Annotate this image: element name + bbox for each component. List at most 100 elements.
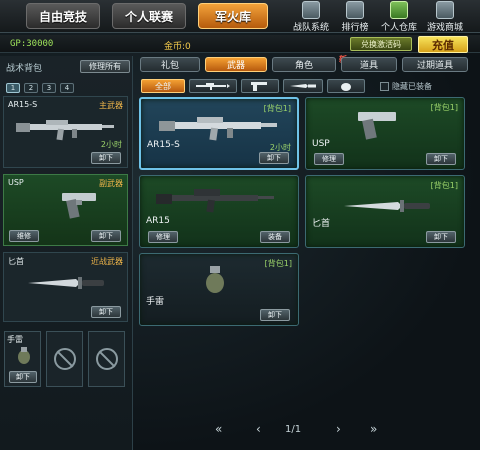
tab-personal-league[interactable]: 个人联赛: [112, 3, 186, 29]
tab-items[interactable]: 道具: [341, 57, 397, 72]
team-icon: [302, 1, 320, 19]
slot-item-name: 手雷: [7, 335, 23, 344]
prev-page-button[interactable]: ‹: [256, 422, 261, 436]
grenade-icon: [206, 266, 224, 293]
slot-item-name: AR15-S: [8, 100, 38, 109]
no-entry-icon: [96, 348, 118, 370]
last-page-button[interactable]: »: [370, 422, 377, 436]
knife-filter-icon: [290, 84, 316, 88]
item-name: AR15-S: [147, 140, 180, 150]
knife-icon: [344, 200, 430, 212]
rifle-icon: [159, 117, 277, 141]
subtab-all[interactable]: 全部: [141, 79, 185, 93]
coin-amount: 金币:0: [164, 42, 191, 52]
shop-icon: [436, 1, 454, 19]
backpack-page-3[interactable]: 3: [42, 83, 56, 93]
item-location-tag: [背包1]: [430, 103, 458, 112]
item-card[interactable]: [背包1] 匕首 卸下: [305, 175, 465, 248]
tab-gift-pack[interactable]: 礼包: [140, 57, 200, 72]
tab-expired-items[interactable]: 过期道具: [402, 57, 468, 72]
subtab-pistol[interactable]: [241, 79, 279, 93]
personal-warehouse-button[interactable]: 个人仓库: [378, 0, 420, 33]
tab-free-battle[interactable]: 自由竞技: [26, 3, 100, 29]
grenade-icon: [18, 347, 30, 364]
item-name: USP: [312, 139, 330, 149]
unequip-button[interactable]: 卸下: [9, 371, 37, 383]
ranking-label: 排行榜: [341, 23, 369, 33]
backpack-page-2[interactable]: 2: [24, 83, 38, 93]
knife-icon: [28, 277, 104, 289]
unequip-button[interactable]: 卸下: [426, 231, 456, 243]
tab-arsenal[interactable]: 军火库: [198, 3, 268, 29]
tab-characters[interactable]: 角色: [272, 57, 336, 72]
subtab-melee[interactable]: [283, 79, 323, 93]
gp-amount: GP:30000: [10, 39, 54, 49]
repair-button[interactable]: 维修: [9, 230, 39, 242]
pistol-filter-icon: [251, 82, 267, 91]
rifle-filter-icon: [196, 83, 230, 90]
slot-category: 近战武器: [91, 257, 123, 266]
melee-weapon-slot[interactable]: 匕首 近战武器 卸下: [3, 252, 128, 322]
slot-item-name: USP: [8, 178, 24, 187]
tactical-backpack-panel: 战术背包 修理所有 1 2 3 4 AR15-S 主武器 2小时 卸下 USP …: [0, 56, 133, 450]
repair-button[interactable]: 修理: [148, 231, 178, 243]
backpack-pages: 1 2 3 4: [6, 83, 74, 93]
unequip-button[interactable]: 卸下: [91, 306, 121, 318]
unequip-button[interactable]: 卸下: [260, 309, 290, 321]
repair-button[interactable]: 修理: [314, 153, 344, 165]
backpack-title: 战术背包: [6, 64, 43, 74]
subtab-grenade[interactable]: [327, 79, 365, 93]
hide-equipped-toggle[interactable]: 隐藏已装备: [380, 81, 432, 92]
item-card[interactable]: [背包1] AR15-S 2小时 卸下: [139, 97, 299, 170]
item-name: 手雷: [146, 297, 165, 307]
item-name: AR15: [146, 216, 170, 226]
grenade-filter-icon: [341, 83, 351, 91]
unequip-button[interactable]: 卸下: [259, 152, 289, 164]
subtab-rifle[interactable]: [189, 79, 237, 93]
item-location-tag: [背包1]: [264, 259, 292, 268]
unequip-button[interactable]: 卸下: [91, 152, 121, 164]
unequip-button[interactable]: 卸下: [91, 230, 121, 242]
slot-time-remaining: 2小时: [100, 140, 122, 149]
next-page-button[interactable]: ›: [336, 422, 341, 436]
empty-slot: [88, 331, 125, 387]
item-location-tag: [背包1]: [430, 181, 458, 190]
pistol-icon: [62, 193, 96, 219]
no-entry-icon: [54, 348, 76, 370]
backpack-page-4[interactable]: 4: [60, 83, 74, 93]
team-system-button[interactable]: 战队系统: [290, 0, 332, 33]
shop-button[interactable]: 游戏商城: [424, 0, 466, 33]
hide-equipped-label: 隐藏已装备: [392, 82, 432, 91]
unequip-button[interactable]: 卸下: [426, 153, 456, 165]
slot-category: 主武器: [99, 101, 123, 110]
rifle-icon: [156, 189, 274, 213]
backpack-page-1[interactable]: 1: [6, 83, 20, 93]
shop-label: 游戏商城: [426, 23, 463, 33]
repair-all-button[interactable]: 修理所有: [80, 60, 130, 73]
personal-warehouse-label: 个人仓库: [380, 23, 417, 33]
item-name: 匕首: [312, 219, 331, 229]
warehouse-icon: [390, 1, 408, 19]
ranking-icon: [346, 1, 364, 19]
first-page-button[interactable]: «: [215, 422, 222, 436]
team-system-label: 战队系统: [292, 23, 329, 33]
item-card[interactable]: [背包1] 手雷 卸下: [139, 253, 299, 326]
ranking-button[interactable]: 排行榜: [334, 0, 376, 33]
page-indicator: 1/1: [285, 424, 302, 435]
grenade-slot[interactable]: 手雷 卸下: [4, 331, 41, 387]
equip-button[interactable]: 装备: [260, 231, 290, 243]
primary-weapon-slot[interactable]: AR15-S 主武器 2小时 卸下: [3, 96, 128, 168]
pistol-icon: [358, 112, 396, 140]
recharge-button[interactable]: 充值: [418, 36, 468, 53]
slot-item-name: 匕首: [8, 257, 24, 266]
tab-weapons[interactable]: 武器: [205, 57, 267, 72]
slot-category: 副武器: [99, 179, 123, 188]
currency-bar: GP:30000 金币:0 兑换激活码 充值: [0, 35, 480, 53]
secondary-weapon-slot[interactable]: USP 副武器 维修 卸下: [3, 174, 128, 246]
empty-slot: [46, 331, 83, 387]
hide-equipped-checkbox[interactable]: [380, 82, 389, 91]
top-nav-bar: 自由竞技 个人联赛 军火库 战队系统 排行榜 个人仓库 游戏商城: [0, 0, 480, 33]
redeem-code-button[interactable]: 兑换激活码: [350, 37, 412, 51]
item-card[interactable]: AR15 修理 装备: [139, 175, 299, 248]
item-card[interactable]: [背包1] USP 修理 卸下: [305, 97, 465, 170]
